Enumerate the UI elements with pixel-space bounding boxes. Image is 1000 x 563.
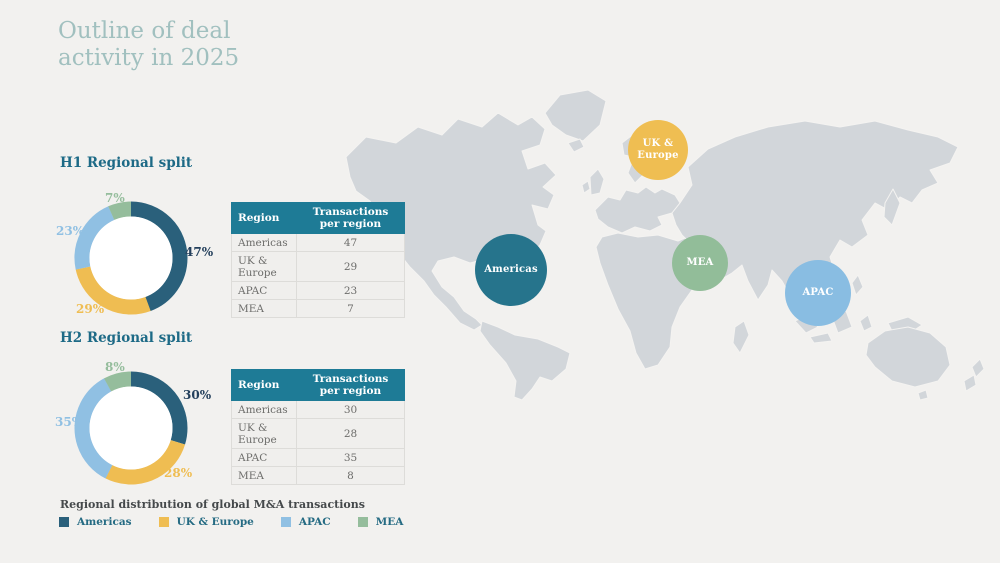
- donut-hole: [90, 387, 173, 470]
- value-cell: 35: [297, 449, 405, 467]
- legend-item-uk_europe: UK & Europe: [159, 516, 254, 528]
- legend-label: APAC: [299, 516, 331, 528]
- page-title: Outline of deal activity in 2025: [58, 18, 239, 72]
- page-title-line1: Outline of deal: [58, 18, 239, 45]
- table-row: MEA7: [232, 300, 405, 318]
- table-row: UK & Europe29: [232, 252, 405, 282]
- table-row: APAC23: [232, 282, 405, 300]
- map-new-zealand-north: [972, 359, 984, 377]
- table-row: MEA8: [232, 467, 405, 485]
- legend-label: UK & Europe: [177, 516, 254, 528]
- value-cell: 8: [297, 467, 405, 485]
- map-scandinavia: [622, 133, 652, 183]
- legend-item-apac: APAC: [281, 516, 331, 528]
- table-row: Americas47: [232, 234, 405, 252]
- h1-donut-chart: [73, 200, 189, 316]
- legend-item-americas: Americas: [59, 516, 132, 528]
- region-cell: UK & Europe: [232, 252, 297, 282]
- map-philippines: [852, 275, 863, 295]
- table-header-cell: Transactions per region: [297, 203, 405, 234]
- table-header-row: RegionTransactions per region: [232, 203, 405, 234]
- map-africa: [596, 233, 705, 369]
- map-ireland: [582, 181, 590, 193]
- h1-chart-heading: H1 Regional split: [60, 155, 192, 171]
- region-cell: Americas: [232, 234, 297, 252]
- value-cell: 23: [297, 282, 405, 300]
- region-cell: Americas: [232, 401, 297, 419]
- region-cell: UK & Europe: [232, 419, 297, 449]
- value-cell: 7: [297, 300, 405, 318]
- table-row: UK & Europe28: [232, 419, 405, 449]
- map-south-america: [480, 321, 570, 400]
- table-row: APAC35: [232, 449, 405, 467]
- map-new-zealand-south: [964, 375, 976, 391]
- h2-region-table: RegionTransactions per region Americas30…: [231, 369, 405, 485]
- value-cell: 29: [297, 252, 405, 282]
- map-madagascar: [733, 321, 749, 353]
- h2-donut-chart: [73, 370, 189, 486]
- map-europe: [595, 187, 680, 233]
- map-australia: [866, 327, 950, 387]
- table-header-cell: Transactions per region: [297, 370, 405, 401]
- table-header-cell: Region: [232, 370, 297, 401]
- region-cell: MEA: [232, 467, 297, 485]
- legend-item-mea: MEA: [358, 516, 404, 528]
- legend-title: Regional distribution of global M&A tran…: [60, 498, 365, 511]
- h1-region-table: RegionTransactions per region Americas47…: [231, 202, 405, 318]
- value-cell: 30: [297, 401, 405, 419]
- map-borneo: [832, 311, 852, 333]
- legend: Americas UK & Europe APAC MEA: [59, 516, 403, 528]
- map-java: [810, 333, 832, 343]
- legend-label: Americas: [77, 516, 132, 528]
- map-uk: [590, 169, 604, 195]
- legend-swatch-uk_europe: [159, 517, 169, 527]
- map-tasmania: [918, 390, 928, 400]
- donut-hole: [90, 217, 173, 300]
- value-cell: 47: [297, 234, 405, 252]
- legend-swatch-apac: [281, 517, 291, 527]
- page-title-line2: activity in 2025: [58, 45, 239, 72]
- donut-percent-label: 47%: [185, 245, 213, 259]
- value-cell: 28: [297, 419, 405, 449]
- map-asia: [672, 121, 958, 329]
- table-row: Americas30: [232, 401, 405, 419]
- table-header-cell: Region: [232, 203, 297, 234]
- region-cell: MEA: [232, 300, 297, 318]
- map-sulawesi: [860, 315, 872, 331]
- world-map: [340, 85, 1000, 405]
- slide: Outline of deal activity in 2025: [0, 0, 1000, 563]
- legend-label: MEA: [376, 516, 404, 528]
- h2-chart-heading: H2 Regional split: [60, 330, 192, 346]
- table-header-row: RegionTransactions per region: [232, 370, 405, 401]
- legend-swatch-americas: [59, 517, 69, 527]
- region-cell: APAC: [232, 449, 297, 467]
- legend-swatch-mea: [358, 517, 368, 527]
- map-greenland: [545, 90, 606, 141]
- region-cell: APAC: [232, 282, 297, 300]
